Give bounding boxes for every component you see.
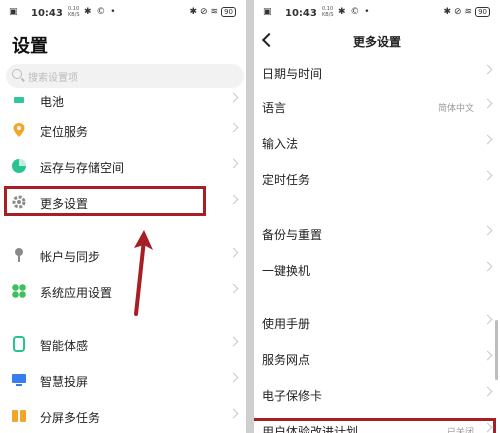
page-title: 更多设置 <box>352 35 401 49</box>
chevron-right-icon <box>482 98 493 109</box>
search-icon <box>12 69 22 79</box>
wifi-icon: ≋ <box>210 7 219 17</box>
chevron-right-icon <box>482 225 493 236</box>
app-grid-icon <box>11 283 27 299</box>
settings-item-label: 定位服务 <box>40 125 89 139</box>
battery-level: 90 <box>221 7 236 17</box>
more-settings-item-language[interactable]: 语言 简体中文 <box>254 90 500 124</box>
item-label: 使用手册 <box>262 317 311 331</box>
account-pin-icon <box>11 247 27 263</box>
chevron-right-icon <box>228 158 239 169</box>
item-label: 服务网点 <box>262 353 311 367</box>
search-placeholder: 搜索设置项 <box>28 73 78 84</box>
item-label: 语言 <box>262 101 287 115</box>
status-right: ✱ ⊘ ≋ 90 <box>443 7 490 17</box>
page-title: 设置 <box>12 36 48 57</box>
highlight-box-more-settings <box>4 186 206 216</box>
chevron-right-icon <box>228 194 239 205</box>
chevron-right-icon <box>228 92 239 103</box>
mute-icon: ⊘ <box>199 7 208 17</box>
wifi-icon: ≋ <box>464 7 473 17</box>
more-settings-item-date-time[interactable]: 日期与时间 <box>254 56 500 90</box>
battery-icon <box>11 92 27 108</box>
settings-item-smart-motion[interactable]: 智能体感 <box>0 328 246 362</box>
bluetooth-icon: ✱ <box>443 7 451 17</box>
status-time: 10:43 <box>285 8 317 19</box>
settings-screen: ▣ 10:43 0.10 KB/S ✱ © • ✱ ⊘ ≋ 90 设置 搜索设置项… <box>0 0 246 433</box>
more-settings-item-scheduled-tasks[interactable]: 定时任务 <box>254 162 500 196</box>
settings-item-split-screen[interactable]: 分屏多任务 <box>0 400 246 433</box>
chevron-right-icon <box>228 372 239 383</box>
item-label: 一键换机 <box>262 264 311 278</box>
settings-item-screen-cast[interactable]: 智慧投屏 <box>0 364 246 398</box>
chevron-right-icon <box>228 283 239 294</box>
item-label: 输入法 <box>262 137 299 151</box>
more-settings-item-service-centers[interactable]: 服务网点 <box>254 342 500 376</box>
more-settings-screen: ▣ 10:43 0.10 KB/S ✱ © • ✱ ⊘ ≋ 90 更多设置 日期与… <box>254 0 500 433</box>
notification-icons: ✱ © • <box>84 7 117 17</box>
chevron-right-icon <box>482 170 493 181</box>
status-time: 10:43 <box>31 8 63 19</box>
network-speed: 0.10 KB/S <box>68 6 80 18</box>
battery-level: 90 <box>475 7 490 17</box>
split-screen-icon <box>11 408 27 424</box>
settings-item-label: 智慧投屏 <box>40 375 89 389</box>
item-label: 日期与时间 <box>262 67 323 81</box>
more-settings-item-user-manual[interactable]: 使用手册 <box>254 306 500 340</box>
chevron-right-icon <box>228 247 239 258</box>
status-right: ✱ ⊘ ≋ 90 <box>189 7 236 17</box>
mute-icon: ⊘ <box>453 7 462 17</box>
item-label: 电子保修卡 <box>262 389 323 403</box>
settings-item-label: 帐户与同步 <box>40 250 101 264</box>
chevron-right-icon <box>228 408 239 419</box>
storage-pie-icon <box>11 158 27 174</box>
settings-item-storage[interactable]: 运存与存储空间 <box>0 150 246 184</box>
chevron-right-icon <box>228 336 239 347</box>
notification-icons: ✱ © • <box>338 7 371 17</box>
more-settings-item-phone-clone[interactable]: 一键换机 <box>254 253 500 287</box>
status-bar: ▣ 10:43 0.10 KB/S ✱ © • ✱ ⊘ ≋ 90 <box>0 6 246 22</box>
scrollbar[interactable] <box>495 320 498 380</box>
chevron-right-icon <box>482 261 493 272</box>
settings-item-label: 电池 <box>40 95 65 109</box>
settings-item-label: 分屏多任务 <box>40 411 101 425</box>
more-settings-item-e-warranty[interactable]: 电子保修卡 <box>254 378 500 412</box>
more-settings-item-backup-reset[interactable]: 备份与重置 <box>254 217 500 251</box>
chevron-right-icon <box>482 134 493 145</box>
sim-icon: ▣ <box>263 7 272 17</box>
settings-item-label: 智能体感 <box>40 339 89 353</box>
settings-item-battery[interactable]: 电池 <box>0 84 246 118</box>
item-value: 简体中文 <box>437 104 474 114</box>
chevron-right-icon <box>482 350 493 361</box>
more-settings-item-input-method[interactable]: 输入法 <box>254 126 500 160</box>
chevron-right-icon <box>482 386 493 397</box>
annotation-arrow <box>134 230 153 316</box>
network-speed: 0.10 KB/S <box>322 6 334 18</box>
chevron-right-icon <box>228 122 239 133</box>
sim-icon: ▣ <box>9 7 18 17</box>
highlight-box-user-experience <box>254 418 496 433</box>
settings-item-location[interactable]: 定位服务 <box>0 114 246 148</box>
item-label: 备份与重置 <box>262 228 323 242</box>
screen-cast-icon <box>11 372 27 388</box>
item-label: 定时任务 <box>262 173 311 187</box>
settings-item-label: 系统应用设置 <box>40 286 113 300</box>
location-pin-icon <box>11 122 27 138</box>
settings-item-label: 运存与存储空间 <box>40 161 125 175</box>
chevron-right-icon <box>482 64 493 75</box>
smart-motion-icon <box>11 336 27 352</box>
bluetooth-icon: ✱ <box>189 7 197 17</box>
status-bar: ▣ 10:43 0.10 KB/S ✱ © • ✱ ⊘ ≋ 90 <box>254 6 500 22</box>
chevron-right-icon <box>482 314 493 325</box>
